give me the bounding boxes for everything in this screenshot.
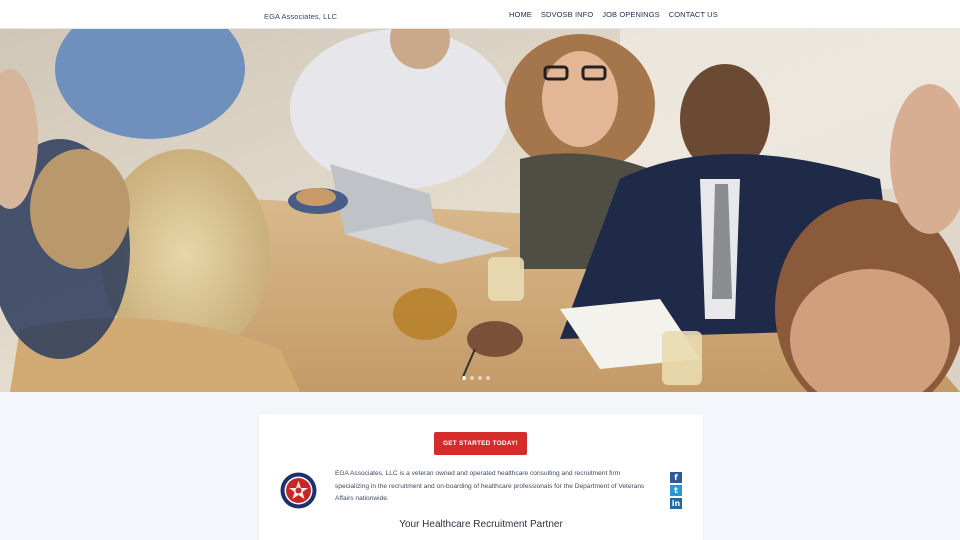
twitter-icon[interactable]: t [670,485,682,496]
intro-card: GET STARTED TODAY! EGA Associates, LLC i… [259,414,703,540]
top-navbar: EGA Associates, LLC HOME SDVOSB INFO JOB… [0,0,960,29]
carousel-indicators [462,376,490,380]
carousel-dot[interactable] [470,376,474,380]
nav-sdvosb-info[interactable]: SDVOSB INFO [541,10,593,19]
hero-image [0,29,960,392]
carousel-dot[interactable] [462,376,466,380]
carousel-dot[interactable] [478,376,482,380]
nav-job-openings[interactable]: JOB OPENINGS [602,10,659,19]
veteran-seal-logo [280,472,317,509]
office-meeting-photo [0,29,960,392]
social-links: f t in [670,472,682,509]
company-description: EGA Associates, LLC is a veteran owned a… [335,470,645,502]
get-started-button[interactable]: GET STARTED TODAY! [434,432,527,455]
main-nav: HOME SDVOSB INFO JOB OPENINGS CONTACT US [509,10,727,19]
facebook-icon[interactable]: f [670,472,682,483]
nav-home[interactable]: HOME [509,10,532,19]
nav-contact-us[interactable]: CONTACT US [669,10,718,19]
brand-link[interactable]: EGA Associates, LLC [264,12,337,21]
carousel-dot[interactable] [486,376,490,380]
tagline: Your Healthcare Recruitment Partner [399,519,563,530]
linkedin-icon[interactable]: in [670,498,682,509]
